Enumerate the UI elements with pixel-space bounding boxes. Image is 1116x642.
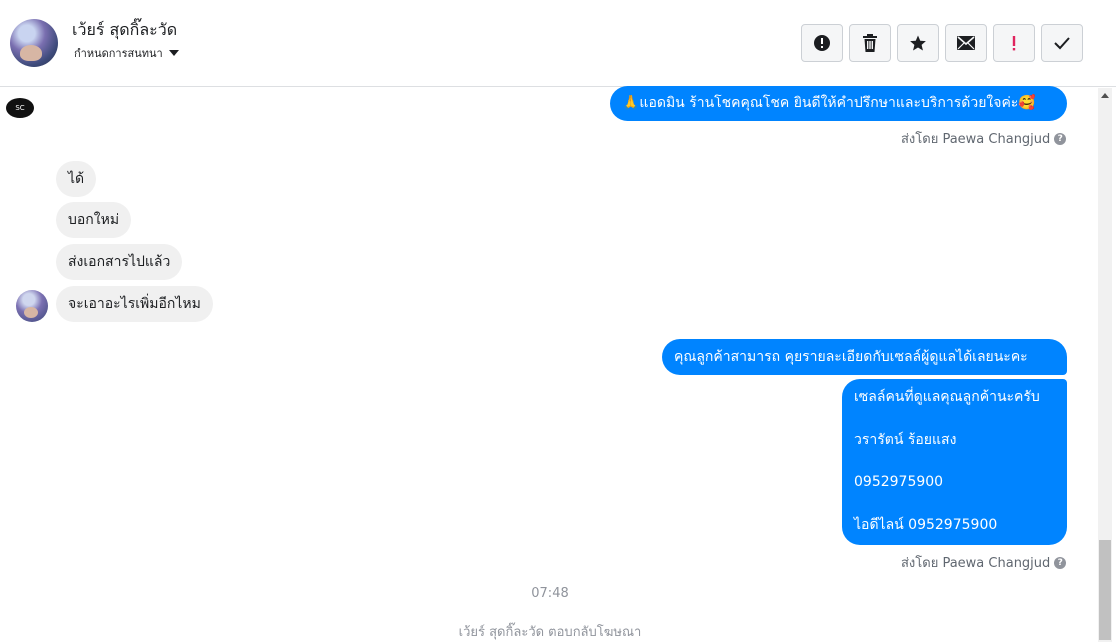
mark-done-button[interactable] bbox=[1041, 24, 1083, 62]
scrollbar-thumb[interactable] bbox=[1099, 540, 1111, 640]
scroll-up-arrow-icon[interactable] bbox=[1101, 93, 1109, 98]
incoming-message-text: ได้ bbox=[68, 171, 85, 187]
incoming-message-text: ส่งเอกสารไปแล้ว bbox=[68, 254, 171, 270]
assign-conversation-dropdown[interactable]: กำหนดการสนทนา bbox=[74, 44, 179, 62]
star-icon bbox=[910, 35, 926, 51]
message-line: 0952975900 bbox=[854, 474, 944, 490]
outgoing-message-text: 🙏แอดมิน ร้านโชคคุณโชค ยินดีให้คำปรึกษาแล… bbox=[622, 95, 1036, 111]
incoming-message-text: บอกใหม่ bbox=[68, 212, 120, 228]
outgoing-message[interactable]: คุณลูกค้าสามารถ คุยรายละเอียดกับเซลล์ผู้… bbox=[662, 339, 1067, 375]
mark-spam-button[interactable] bbox=[801, 24, 843, 62]
incoming-message[interactable]: ได้ bbox=[56, 161, 97, 197]
conversation-header: เว้ยร์ สุดกิ๊ละวัด กำหนดการสนทนา bbox=[0, 0, 1116, 87]
priority-button[interactable] bbox=[993, 24, 1035, 62]
outgoing-message-text: คุณลูกค้าสามารถ คุยรายละเอียดกับเซลล์ผู้… bbox=[674, 349, 1028, 365]
caret-down-icon bbox=[168, 50, 179, 56]
help-icon[interactable]: ? bbox=[1054, 556, 1067, 569]
mark-unread-button[interactable] bbox=[945, 24, 987, 62]
message-line: เซลล์คนที่ดูแลคุณลูกค้านะครับ bbox=[854, 389, 1040, 405]
message-timestamp: 07:48 bbox=[531, 586, 569, 601]
star-button[interactable] bbox=[897, 24, 939, 62]
trash-icon bbox=[863, 34, 877, 52]
contact-avatar-small[interactable] bbox=[16, 290, 48, 322]
sent-by-label: ส่งโดย Paewa Changjud ? bbox=[901, 552, 1067, 573]
incoming-message[interactable]: ส่งเอกสารไปแล้ว bbox=[56, 244, 183, 280]
incoming-message[interactable]: บอกใหม่ bbox=[56, 202, 132, 238]
incoming-message-text: จะเอาอะไรเพิ่มอีกไหม bbox=[68, 296, 201, 312]
ad-reply-note: เว้ยร์ สุดกิ๊ละวัด ตอบกลับโฆษณา bbox=[458, 625, 642, 640]
outgoing-message[interactable]: เซลล์คนที่ดูแลคุณลูกค้านะครับ วรารัตน์ ร… bbox=[842, 379, 1067, 545]
assign-label: กำหนดการสนทนา bbox=[74, 47, 163, 60]
incoming-message[interactable]: จะเอาอะไรเพิ่มอีกไหม bbox=[56, 286, 213, 322]
conversation-toolbar bbox=[801, 24, 1083, 62]
sent-by-text: ส่งโดย Paewa Changjud bbox=[901, 556, 1051, 571]
check-icon bbox=[1054, 37, 1070, 50]
message-list-scrollbar[interactable] bbox=[1098, 88, 1112, 642]
message-line: วรารัตน์ ร้อยแสง bbox=[854, 431, 957, 448]
sent-by-text: ส่งโดย Paewa Changjud bbox=[901, 132, 1051, 147]
contact-name[interactable]: เว้ยร์ สุดกิ๊ละวัด bbox=[72, 18, 177, 43]
outgoing-message[interactable]: 🙏แอดมิน ร้านโชคคุณโชค ยินดีให้คำปรึกษาแล… bbox=[610, 86, 1067, 121]
envelope-icon bbox=[957, 36, 975, 50]
message-line: ไอดีไลน์ 0952975900 bbox=[854, 516, 998, 533]
exclamation-icon bbox=[1012, 36, 1016, 51]
delete-button[interactable] bbox=[849, 24, 891, 62]
contact-avatar[interactable] bbox=[10, 19, 58, 67]
alert-circle-icon bbox=[814, 35, 830, 51]
page-avatar: SC bbox=[6, 98, 34, 118]
help-icon[interactable]: ? bbox=[1054, 132, 1067, 145]
sent-by-label: ส่งโดย Paewa Changjud ? bbox=[901, 128, 1067, 149]
